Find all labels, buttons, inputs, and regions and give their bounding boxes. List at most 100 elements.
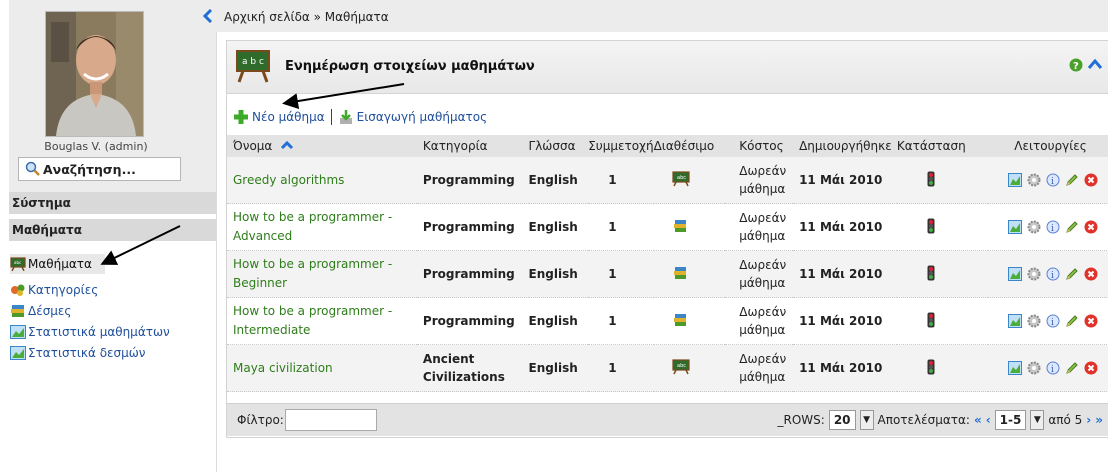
lesson-board-icon: abc [671,170,690,190]
table-row: How to be a programmer - Intermediate Prog… [227,297,1108,345]
column-header-created[interactable]: Δημιουργήθηκε [793,135,897,157]
range-select[interactable]: 1-5 [994,410,1027,430]
edit-icon[interactable] [1065,220,1079,234]
statistics-icon[interactable] [1008,173,1023,187]
course-status[interactable] [896,203,989,251]
course-status[interactable] [896,297,989,345]
course-created: 11 Μάι 2010 [793,297,897,345]
column-header-status[interactable]: Κατάσταση [896,135,989,157]
svg-text:a b c: a b c [242,57,264,67]
course-cost: Δωρεάν μάθημα [725,250,794,298]
edit-icon[interactable] [1065,314,1079,328]
sort-up-icon[interactable] [280,139,294,153]
course-language: English [528,297,589,345]
settings-icon[interactable] [1027,267,1041,281]
sidebar-item-bundles[interactable]: Δέσμες [10,301,71,321]
course-status[interactable] [896,250,989,298]
info-icon[interactable]: i [1046,361,1060,375]
sidebar-item-courses[interactable]: abc Μαθήματα [10,254,105,274]
table-footer: Φίλτρο: _ROWS: 20 ▼ Αποτελέσματα: « ‹ 1-… [227,403,1108,436]
svg-text:i: i [1051,318,1054,328]
sidebar-item-categories[interactable]: Κατηγορίες [10,280,98,300]
avatar [45,11,144,137]
course-category: Programming [416,250,529,298]
course-name-link[interactable]: Maya civilization [227,344,417,392]
sidebar-item-label: Δέσμες [28,304,72,318]
rows-select[interactable]: 20 [828,410,856,430]
traffic-light-icon[interactable] [927,218,935,237]
last-page-icon[interactable]: » [1095,413,1103,427]
edit-icon[interactable] [1065,267,1079,281]
traffic-light-icon[interactable] [927,359,935,378]
course-name-link[interactable]: How to be a programmer - Advanced [227,203,417,251]
course-name-link[interactable]: Greedy algorithms [227,157,417,204]
sidebar-section-system[interactable]: Σύστημα [9,192,216,214]
course-created: 11 Μάι 2010 [793,250,897,298]
delete-icon[interactable] [1084,220,1098,234]
delete-icon[interactable] [1084,173,1098,187]
course-status[interactable] [896,344,989,392]
panel-header: a b c Ενημέρωση στοιχείων μαθημάτων ? [227,41,1108,94]
column-header-name[interactable]: Όνομα [227,135,417,157]
delete-icon[interactable] [1084,361,1098,375]
traffic-light-icon[interactable] [927,265,935,284]
breadcrumb-text[interactable]: Αρχική σελίδα » Μαθήματα [224,10,389,24]
chevron-left-icon[interactable] [202,8,214,26]
help-icon[interactable]: ? [1069,58,1083,75]
svg-text:?: ? [1073,61,1079,72]
search-button[interactable]: Αναζήτηση... [18,157,181,181]
traffic-light-icon[interactable] [927,171,935,190]
delete-icon[interactable] [1084,314,1098,328]
column-header-language[interactable]: Γλώσσα [528,135,589,157]
course-participation: 1 [588,344,654,392]
statistics-icon[interactable] [1008,220,1023,234]
course-language: English [528,203,589,251]
settings-icon[interactable] [1027,314,1041,328]
course-name-link[interactable]: How to be a programmer - Intermediate [227,297,417,345]
statistics-icon[interactable] [1008,314,1023,328]
statistics-icon[interactable] [1008,361,1023,375]
range-dropdown-icon[interactable]: ▼ [1030,410,1045,430]
rows-dropdown-icon[interactable]: ▼ [859,410,874,430]
lesson-board-icon: abc [10,257,26,272]
info-icon[interactable]: i [1046,314,1060,328]
traffic-light-icon[interactable] [927,312,935,331]
sidebar-item-label: Κατηγορίες [28,283,99,297]
sidebar-section-courses[interactable]: Μαθήματα [9,219,216,241]
edit-icon[interactable] [1065,173,1079,187]
books-icon [672,313,688,331]
sidebar-item-bundle-stats[interactable]: Στατιστικά δεσμών [10,343,146,363]
sidebar-item-label: Στατιστικά μαθημάτων [28,325,170,339]
breadcrumb: Αρχική σελίδα » Μαθήματα [202,0,1108,32]
settings-icon[interactable] [1027,173,1041,187]
info-icon[interactable]: i [1046,173,1060,187]
collapse-icon[interactable] [1087,57,1103,74]
filter-input[interactable] [285,409,377,431]
user-panel: Bouglas V. (admin) Αναζήτηση... [9,0,216,194]
statistics-icon[interactable] [1008,267,1023,281]
next-page-icon[interactable]: › [1086,413,1091,427]
column-header-category[interactable]: Κατηγορία [416,135,529,157]
main-content: Αρχική σελίδα » Μαθήματα a b c Ενημέρωση… [202,0,1108,472]
column-header-cost[interactable]: Κόστος [725,135,794,157]
edit-icon[interactable] [1065,361,1079,375]
table-row: Maya civilization Ancient Civilizations Eng… [227,344,1108,392]
course-name-link[interactable]: How to be a programmer - Beginner [227,250,417,298]
delete-icon[interactable] [1084,267,1098,281]
course-category: Programming [416,157,529,204]
course-status[interactable] [896,157,989,204]
sidebar-item-course-stats[interactable]: Στατιστικά μαθημάτων [10,322,170,342]
first-page-icon[interactable]: « [974,413,982,427]
settings-icon[interactable] [1027,361,1041,375]
settings-icon[interactable] [1027,220,1041,234]
new-course-button[interactable]: Νέο μάθημα [233,109,325,125]
previous-page-icon[interactable]: ‹ [986,413,991,427]
info-icon[interactable]: i [1046,220,1060,234]
import-course-label: Εισαγωγή μαθήματος [356,110,488,124]
column-header-participation[interactable]: Συμμετοχή [588,135,654,157]
course-participation: 1 [588,203,654,251]
import-course-button[interactable]: Εισαγωγή μαθήματος [338,109,487,125]
column-header-available[interactable]: Διαθέσιμο [653,135,726,157]
info-icon[interactable]: i [1046,267,1060,281]
course-available [653,203,726,251]
